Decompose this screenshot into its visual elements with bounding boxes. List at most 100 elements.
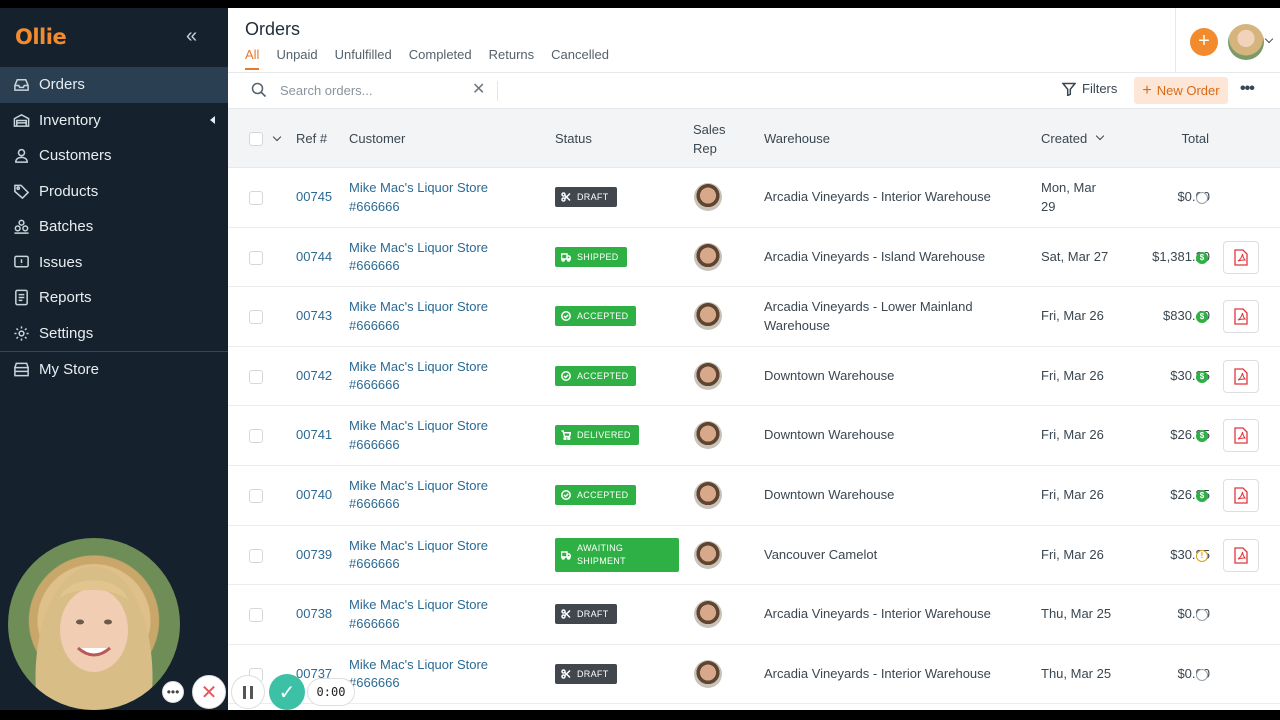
row-checkbox[interactable] (249, 310, 263, 325)
sales-rep-avatar[interactable] (694, 540, 722, 569)
warehouse-cell: Arcadia Vineyards - Interior Warehouse (764, 665, 994, 684)
ollie-logo[interactable]: Ollie (15, 25, 67, 49)
customer-link[interactable]: Mike Mac's Liquor Store #666666 (349, 656, 509, 693)
row-checkbox[interactable] (249, 488, 263, 503)
table-row[interactable]: 00745 Mike Mac's Liquor Store #666666 DRAFT… (228, 168, 1280, 228)
quick-add-button[interactable]: + (1190, 28, 1218, 56)
table-row[interactable]: 00743 Mike Mac's Liquor Store #666666 ACCEP… (228, 287, 1280, 347)
sort-desc-icon[interactable] (1095, 131, 1105, 141)
sales-rep-avatar[interactable] (694, 480, 722, 509)
order-ref-link[interactable]: 00738 (296, 605, 332, 624)
bulk-select-chevron-icon[interactable] (272, 132, 282, 142)
column-warehouse[interactable]: Warehouse (764, 131, 830, 146)
table-row[interactable]: 00738 Mike Mac's Liquor Store #666666 DRAFT… (228, 585, 1280, 645)
status-badge: DRAFT (555, 604, 617, 625)
select-all-checkbox[interactable] (249, 132, 263, 146)
customer-link[interactable]: Mike Mac's Liquor Store #666666 (349, 537, 509, 574)
recorder-discard-button[interactable]: ✕ (192, 675, 226, 709)
status-badge: AWAITING SHIPMENT (555, 537, 679, 572)
column-ref[interactable]: Ref # (296, 131, 327, 146)
table-row[interactable]: 00739 Mike Mac's Liquor Store #666666 AWAIT… (228, 525, 1280, 586)
customer-link[interactable]: Mike Mac's Liquor Store #666666 (349, 596, 509, 633)
webcam-bubble[interactable] (8, 538, 180, 710)
sidebar-item-products[interactable]: Products (0, 174, 228, 210)
download-pdf-button[interactable] (1223, 359, 1259, 393)
table-row[interactable]: 00741 Mike Mac's Liquor Store #666666 DELIV… (228, 406, 1280, 466)
user-avatar[interactable] (1228, 24, 1264, 60)
row-checkbox[interactable] (249, 608, 263, 623)
tab-unpaid[interactable]: Unpaid (276, 47, 317, 70)
table-row[interactable]: 00740 Mike Mac's Liquor Store #666666 ACCEP… (228, 465, 1280, 526)
tab-returns[interactable]: Returns (489, 47, 535, 70)
download-pdf-button[interactable] (1223, 478, 1259, 512)
collapse-sidebar-icon[interactable]: « (186, 24, 197, 48)
tab-completed[interactable]: Completed (409, 47, 472, 70)
sales-rep-avatar[interactable] (694, 242, 722, 271)
filters-button[interactable]: Filters (1062, 81, 1117, 96)
sales-rep-avatar[interactable] (694, 421, 722, 450)
order-ref-link[interactable]: 00740 (296, 486, 332, 505)
sales-rep-avatar[interactable] (694, 361, 722, 390)
more-options-icon[interactable]: ••• (1240, 80, 1255, 98)
customer-link[interactable]: Mike Mac's Liquor Store #666666 (349, 477, 509, 514)
download-pdf-button[interactable] (1223, 300, 1259, 334)
pdf-file-icon (1234, 546, 1248, 564)
download-pdf-button[interactable] (1223, 419, 1259, 453)
row-checkbox[interactable] (249, 369, 263, 384)
table-row[interactable]: 00744 Mike Mac's Liquor Store #666666 SHIPP… (228, 227, 1280, 288)
recorder-pause-button[interactable] (231, 675, 265, 709)
search-input[interactable] (280, 80, 460, 100)
recorder-finish-button[interactable]: ✓ (269, 674, 305, 710)
column-created[interactable]: Created (1041, 131, 1087, 146)
column-total[interactable]: Total (1158, 131, 1209, 146)
column-sales-rep-line2[interactable]: Rep (693, 141, 717, 156)
paid-dollar-icon: $ (1196, 251, 1208, 264)
warehouse-name: Arcadia Vineyards - Lower Mainland (764, 299, 973, 315)
table-row[interactable]: 00742 Mike Mac's Liquor Store #666666 ACCEP… (228, 346, 1280, 407)
order-total: $0.00 (1177, 606, 1210, 622)
warehouse-name-line2: Warehouse (764, 317, 830, 333)
tab-cancelled[interactable]: Cancelled (551, 47, 609, 70)
row-checkbox[interactable] (249, 250, 263, 265)
sales-rep-avatar[interactable] (694, 183, 722, 211)
sidebar-item-settings[interactable]: Settings (0, 316, 228, 352)
column-status[interactable]: Status (555, 131, 592, 146)
download-pdf-button[interactable] (1223, 240, 1259, 274)
order-ref-link[interactable]: 00744 (296, 248, 332, 267)
column-sales-rep-line1[interactable]: Sales (693, 122, 726, 137)
order-ref-link[interactable]: 00745 (296, 188, 332, 207)
new-order-button[interactable]: + New Order (1134, 77, 1228, 104)
tab-unfulfilled[interactable]: Unfulfilled (335, 47, 392, 70)
download-pdf-button[interactable] (1223, 538, 1259, 572)
order-ref-link[interactable]: 00743 (296, 307, 332, 326)
sidebar-item-reports[interactable]: Reports (0, 280, 228, 316)
chevron-down-icon[interactable] (1264, 34, 1274, 44)
order-ref-link[interactable]: 00741 (296, 426, 332, 445)
row-checkbox[interactable] (249, 191, 263, 205)
row-checkbox[interactable] (249, 429, 263, 444)
customer-link[interactable]: Mike Mac's Liquor Store #666666 (349, 298, 509, 335)
sidebar-item-batches[interactable]: Batches (0, 209, 228, 245)
sales-rep-avatar[interactable] (694, 659, 722, 688)
sidebar-item-customers[interactable]: Customers (0, 138, 228, 174)
sales-rep-avatar[interactable] (694, 302, 722, 331)
caret-left-icon[interactable] (210, 115, 215, 124)
customer-link[interactable]: Mike Mac's Liquor Store #666666 (349, 358, 509, 395)
sidebar-item-inventory[interactable]: Inventory (0, 103, 228, 139)
order-ref-link[interactable]: 00742 (296, 367, 332, 386)
order-ref-link[interactable]: 00739 (296, 546, 332, 565)
column-customer[interactable]: Customer (349, 131, 405, 146)
customer-number: #666666 (349, 496, 400, 512)
customer-link[interactable]: Mike Mac's Liquor Store #666666 (349, 417, 509, 454)
sidebar-item-orders[interactable]: Orders (0, 67, 228, 103)
clear-search-icon[interactable]: ✕ (472, 80, 485, 100)
sidebar-item-issues[interactable]: Issues (0, 245, 228, 281)
recorder-more-button[interactable]: ••• (162, 681, 184, 703)
sales-rep-avatar[interactable] (694, 600, 722, 629)
customer-link[interactable]: Mike Mac's Liquor Store #666666 (349, 239, 509, 276)
customer-link[interactable]: Mike Mac's Liquor Store #666666 (349, 179, 509, 216)
row-checkbox[interactable] (249, 548, 263, 563)
table-row[interactable]: 00737 Mike Mac's Liquor Store #666666 DRAFT… (228, 644, 1280, 705)
sidebar-item-my-store[interactable]: My Store (0, 351, 228, 387)
tab-all[interactable]: All (245, 47, 260, 70)
